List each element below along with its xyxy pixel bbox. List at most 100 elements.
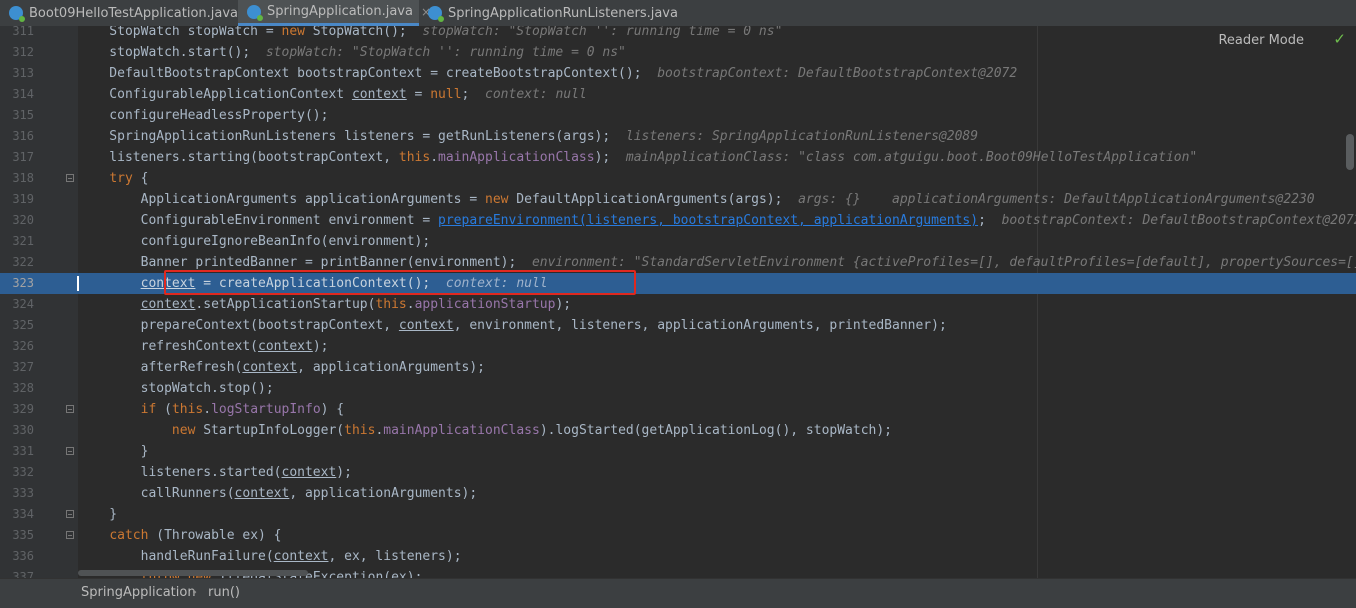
fold-toggle-icon[interactable]: [66, 447, 74, 455]
tab-springapplicationrunlisteners[interactable]: SpringApplicationRunListeners.java: [419, 0, 678, 26]
code-line[interactable]: 318 try {: [0, 168, 1356, 189]
code-line[interactable]: 329 if (this.logStartupInfo) {: [0, 399, 1356, 420]
code-token: afterRefresh(: [78, 360, 243, 375]
code-link[interactable]: prepareEnvironment(listeners, bootstrapC…: [438, 213, 978, 228]
breadcrumb-class[interactable]: SpringApplication: [81, 579, 196, 607]
vertical-scrollbar[interactable]: [1346, 134, 1354, 170]
code-token: StopWatch stopWatch =: [78, 26, 282, 39]
line-number[interactable]: 329: [0, 399, 34, 420]
code-text[interactable]: }: [78, 441, 149, 462]
code-token: StartupInfoLogger(: [195, 423, 345, 438]
code-line[interactable]: 325 prepareContext(bootstrapContext, con…: [0, 315, 1356, 336]
line-number[interactable]: 316: [0, 126, 34, 147]
line-number[interactable]: 331: [0, 441, 34, 462]
code-line[interactable]: 311 StopWatch stopWatch = new StopWatch(…: [0, 26, 1356, 42]
line-number[interactable]: 317: [0, 147, 34, 168]
code-text[interactable]: ApplicationArguments applicationArgument…: [78, 189, 1315, 210]
code-line[interactable]: 336 handleRunFailure(context, ex, listen…: [0, 546, 1356, 567]
horizontal-scrollbar[interactable]: [78, 570, 308, 576]
code-text[interactable]: DefaultBootstrapContext bootstrapContext…: [78, 63, 1017, 84]
code-line[interactable]: 335 catch (Throwable ex) {: [0, 525, 1356, 546]
line-number[interactable]: 315: [0, 105, 34, 126]
line-number[interactable]: 313: [0, 63, 34, 84]
code-text[interactable]: new StartupInfoLogger(this.mainApplicati…: [78, 420, 892, 441]
code-text[interactable]: ConfigurableEnvironment environment = pr…: [78, 210, 1356, 231]
fold-toggle-icon[interactable]: [66, 405, 74, 413]
code-line[interactable]: 312 stopWatch.start(); stopWatch: "StopW…: [0, 42, 1356, 63]
code-text[interactable]: try {: [78, 168, 148, 189]
code-token: SpringApplicationRunListeners listeners …: [78, 129, 626, 144]
tab-springapplication[interactable]: SpringApplication.java ×: [238, 0, 431, 26]
code-line[interactable]: 324 context.setApplicationStartup(this.a…: [0, 294, 1356, 315]
line-number[interactable]: 321: [0, 231, 34, 252]
code-text[interactable]: SpringApplicationRunListeners listeners …: [78, 126, 978, 147]
tab-label: SpringApplicationRunListeners.java: [448, 5, 678, 21]
check-icon[interactable]: ✓: [1333, 30, 1346, 48]
line-number[interactable]: 318: [0, 168, 34, 189]
line-number[interactable]: 337: [0, 567, 34, 578]
reader-mode-toggle[interactable]: Reader Mode: [1218, 33, 1304, 48]
line-number[interactable]: 327: [0, 357, 34, 378]
fold-toggle-icon[interactable]: [66, 510, 74, 518]
code-text[interactable]: refreshContext(context);: [78, 336, 329, 357]
line-number[interactable]: 336: [0, 546, 34, 567]
line-number[interactable]: 334: [0, 504, 34, 525]
code-token: ConfigurableEnvironment environment =: [78, 213, 439, 228]
code-line[interactable]: 333 callRunners(context, applicationArgu…: [0, 483, 1356, 504]
code-text[interactable]: configureHeadlessProperty();: [78, 105, 328, 126]
line-number[interactable]: 320: [0, 210, 34, 231]
code-line[interactable]: 331 }: [0, 441, 1356, 462]
code-text[interactable]: context.setApplicationStartup(this.appli…: [78, 294, 572, 315]
line-number[interactable]: 332: [0, 462, 34, 483]
code-text[interactable]: StopWatch stopWatch = new StopWatch(); s…: [78, 26, 782, 42]
code-line[interactable]: 315 configureHeadlessProperty();: [0, 105, 1356, 126]
code-text[interactable]: stopWatch.stop();: [78, 378, 274, 399]
line-number[interactable]: 325: [0, 315, 34, 336]
code-text[interactable]: }: [78, 504, 117, 525]
line-number[interactable]: 311: [0, 26, 34, 42]
line-number[interactable]: 312: [0, 42, 34, 63]
code-line[interactable]: 326 refreshContext(context);: [0, 336, 1356, 357]
code-line[interactable]: 327 afterRefresh(context, applicationArg…: [0, 357, 1356, 378]
code-text[interactable]: if (this.logStartupInfo) {: [78, 399, 345, 420]
code-text[interactable]: handleRunFailure(context, ex, listeners)…: [78, 546, 462, 567]
line-number[interactable]: 323: [0, 273, 34, 294]
line-number[interactable]: 330: [0, 420, 34, 441]
code-text[interactable]: stopWatch.start(); stopWatch: "StopWatch…: [78, 42, 626, 63]
code-text[interactable]: configureIgnoreBeanInfo(environment);: [78, 231, 431, 252]
code-text[interactable]: catch (Throwable ex) {: [78, 525, 281, 546]
code-text[interactable]: listeners.starting(bootstrapContext, thi…: [78, 147, 1197, 168]
code-text[interactable]: afterRefresh(context, applicationArgumen…: [78, 357, 485, 378]
line-number[interactable]: 319: [0, 189, 34, 210]
code-line[interactable]: 319 ApplicationArguments applicationArgu…: [0, 189, 1356, 210]
tab-boot09hellotestapplication[interactable]: Boot09HelloTestApplication.java ×: [0, 0, 256, 26]
code-token: ).logStarted(getApplicationLog(), stopWa…: [539, 423, 893, 438]
line-number[interactable]: 314: [0, 84, 34, 105]
fold-toggle-icon[interactable]: [66, 531, 74, 539]
code-text[interactable]: prepareContext(bootstrapContext, context…: [78, 315, 947, 336]
line-number[interactable]: 324: [0, 294, 34, 315]
line-number[interactable]: 333: [0, 483, 34, 504]
code-editor[interactable]: 311 StopWatch stopWatch = new StopWatch(…: [0, 26, 1356, 578]
code-line[interactable]: 314 ConfigurableApplicationContext conte…: [0, 84, 1356, 105]
code-line[interactable]: 332 listeners.started(context);: [0, 462, 1356, 483]
breadcrumb-method[interactable]: run(): [208, 579, 240, 607]
line-number[interactable]: 328: [0, 378, 34, 399]
line-number[interactable]: 335: [0, 525, 34, 546]
fold-toggle-icon[interactable]: [66, 174, 74, 182]
code-line[interactable]: 330 new StartupInfoLogger(this.mainAppli…: [0, 420, 1356, 441]
code-token: configureIgnoreBeanInfo(environment);: [78, 234, 431, 249]
code-line[interactable]: 320 ConfigurableEnvironment environment …: [0, 210, 1356, 231]
code-line[interactable]: 334 }: [0, 504, 1356, 525]
code-line[interactable]: 313 DefaultBootstrapContext bootstrapCon…: [0, 63, 1356, 84]
code-text[interactable]: ConfigurableApplicationContext context =…: [78, 84, 586, 105]
code-text[interactable]: listeners.started(context);: [78, 462, 352, 483]
code-line[interactable]: 317 listeners.starting(bootstrapContext,…: [0, 147, 1356, 168]
code-line[interactable]: 328 stopWatch.stop();: [0, 378, 1356, 399]
inline-debug-value: bootstrapContext: DefaultBootstrapContex…: [1001, 213, 1356, 228]
line-number[interactable]: 322: [0, 252, 34, 273]
code-line[interactable]: 321 configureIgnoreBeanInfo(environment)…: [0, 231, 1356, 252]
code-line[interactable]: 316 SpringApplicationRunListeners listen…: [0, 126, 1356, 147]
line-number[interactable]: 326: [0, 336, 34, 357]
code-text[interactable]: callRunners(context, applicationArgument…: [78, 483, 478, 504]
